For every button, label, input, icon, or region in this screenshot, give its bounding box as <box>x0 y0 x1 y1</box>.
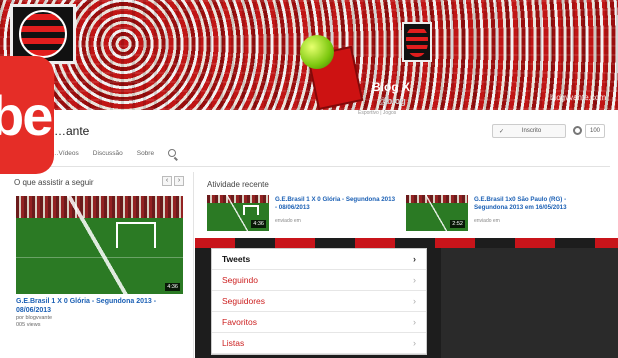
chevron-right-icon: › <box>413 275 416 285</box>
search-icon[interactable] <box>168 149 177 157</box>
twitter-avatar[interactable] <box>402 22 432 62</box>
activity-thumbnail[interactable]: 2:52 <box>406 195 468 231</box>
featured-video-meta: por blogvvante 005 views <box>16 315 52 329</box>
subscribe-label: Inscrito <box>521 128 542 134</box>
gear-icon[interactable] <box>573 126 582 135</box>
watch-next-title: O que assistir a seguir <box>14 178 94 187</box>
screenshot-stage: blogvvante.com be …ante …Vídeos Discussã… <box>0 0 618 358</box>
club-crest-icon <box>406 27 428 57</box>
banner-ball <box>300 35 334 69</box>
chevron-right-icon: › <box>413 338 416 348</box>
chevron-right-icon: › <box>413 254 416 264</box>
youtube-logo-text: be <box>0 83 53 147</box>
recent-activity-title: Atividade recente <box>207 180 269 189</box>
carousel-prev-button[interactable]: ‹ <box>162 176 172 186</box>
twitter-profile-overlay: Tweets › Seguindo › Seguidores › Favorit… <box>195 238 618 358</box>
subscribe-button[interactable]: ✓ Inscrito <box>492 124 566 138</box>
channel-avatar[interactable] <box>10 4 76 64</box>
tab-videos[interactable]: …Vídeos <box>52 150 79 158</box>
check-icon: ✓ <box>499 128 505 135</box>
chevron-right-icon: › <box>413 296 416 306</box>
channel-name: …ante <box>54 124 90 138</box>
twitter-profile-handle[interactable]: @blog <box>378 96 406 106</box>
chevron-right-icon: › <box>413 317 416 327</box>
featured-video-title[interactable]: G.E.Brasil 1 X 0 Glória - Segundona 2013… <box>16 297 186 315</box>
twitter-menu-favorites[interactable]: Favoritos › <box>212 312 426 333</box>
activity-video-meta: enviado em <box>275 218 301 224</box>
youtube-logo[interactable]: be <box>0 56 54 174</box>
video-duration: 4:36 <box>165 283 180 291</box>
activity-thumbnail[interactable]: 4:36 <box>207 195 269 231</box>
video-duration: 4:36 <box>251 220 266 228</box>
carousel-nav: ‹ › <box>162 176 184 186</box>
club-crest-icon <box>19 10 67 58</box>
twitter-menu-tweets[interactable]: Tweets › <box>212 249 426 270</box>
tab-discussion[interactable]: Discussão <box>93 150 123 158</box>
channel-tabs: …Vídeos Discussão Sobre <box>52 149 177 158</box>
activity-video-title[interactable]: G.E.Brasil 1x0 São Paulo (RG) - Segundon… <box>474 196 594 212</box>
carousel-next-button[interactable]: › <box>174 176 184 186</box>
subscriber-count: 100 <box>585 124 605 138</box>
twitter-profile-card <box>441 248 618 358</box>
twitter-menu-followers[interactable]: Seguidores › <box>212 291 426 312</box>
banner-watermark: blogvvante.com <box>549 93 606 102</box>
video-views: 005 views <box>16 322 41 328</box>
activity-video-title[interactable]: G.E.Brasil 1 X 0 Glória - Segundona 2013… <box>275 196 395 212</box>
activity-video-meta: enviado em <box>474 218 500 224</box>
featured-video-thumbnail[interactable]: 4:36 <box>16 196 183 294</box>
twitter-profile-bio: Esportivo | Jogos <box>358 110 397 116</box>
column-divider <box>193 172 194 358</box>
tab-about[interactable]: Sobre <box>137 150 154 158</box>
video-author: por blogvvante <box>16 315 53 321</box>
header-divider <box>40 166 610 167</box>
twitter-menu-lists[interactable]: Listas › <box>212 333 426 354</box>
twitter-menu-following[interactable]: Seguindo › <box>212 270 426 291</box>
channel-banner: blogvvante.com <box>0 0 618 110</box>
twitter-profile-name: Blog X <box>372 80 410 94</box>
video-duration: 2:52 <box>450 220 465 228</box>
twitter-nav-menu: Tweets › Seguindo › Seguidores › Favorit… <box>211 248 427 355</box>
